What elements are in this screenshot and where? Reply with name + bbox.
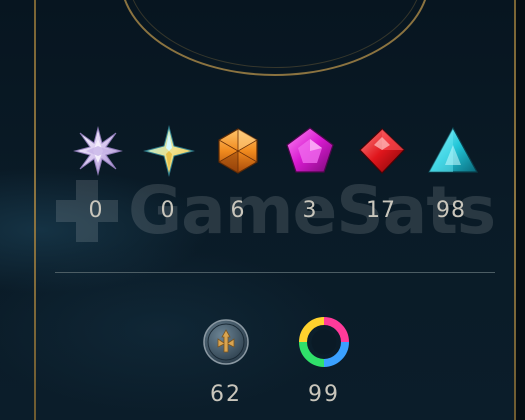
cyan-gem-count: 98 xyxy=(436,198,466,223)
gemstone-count: 3 xyxy=(302,198,318,223)
emote-token-icon[interactable] xyxy=(201,317,251,367)
frame-border-left xyxy=(34,0,36,420)
orange-essence-icon[interactable] xyxy=(212,125,264,177)
mythic-essence-icon[interactable] xyxy=(72,125,124,177)
chroma-wheel-icon[interactable] xyxy=(299,317,349,367)
frame-edge-right xyxy=(516,0,525,420)
red-gem-icon[interactable] xyxy=(356,125,408,177)
section-divider xyxy=(55,272,495,273)
gemstone-icon[interactable] xyxy=(284,125,336,177)
cyan-gem-icon[interactable] xyxy=(427,125,479,177)
mythic-essence-count: 0 xyxy=(88,198,104,223)
blue-essence-icon[interactable] xyxy=(143,125,195,177)
orange-essence-count: 6 xyxy=(230,198,246,223)
blue-essence-count: 0 xyxy=(160,198,176,223)
chroma-wheel-count: 99 xyxy=(308,382,340,407)
emote-token-count: 62 xyxy=(210,382,242,407)
red-gem-count: 17 xyxy=(366,198,396,223)
